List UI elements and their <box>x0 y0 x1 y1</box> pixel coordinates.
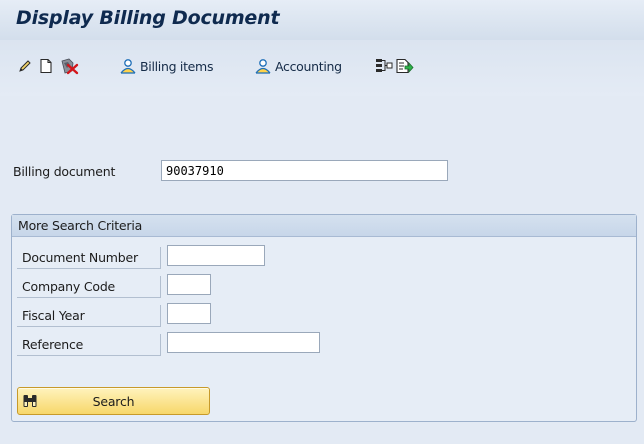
reference-field[interactable] <box>167 332 320 353</box>
company-code-field[interactable] <box>167 274 211 295</box>
billing-document-field[interactable]: 90037910 <box>161 160 448 181</box>
billing-items-label: Billing items <box>140 58 214 74</box>
new-document-icon <box>40 58 52 74</box>
group-header: More Search Criteria <box>12 215 636 237</box>
accounting-label: Accounting <box>275 58 342 74</box>
search-button[interactable]: Search <box>17 387 210 415</box>
cancel-billing-button[interactable] <box>60 57 80 75</box>
structure-icon <box>376 59 393 72</box>
document-number-field[interactable] <box>167 245 265 266</box>
fiscal-year-label-cell: Fiscal Year <box>17 305 161 327</box>
title-bar: Display Billing Document <box>0 0 644 41</box>
cancel-document-icon <box>61 58 79 75</box>
document-number-label: Document Number <box>22 250 138 265</box>
pencil-icon <box>19 60 31 72</box>
document-flow-button[interactable] <box>375 57 393 75</box>
create-button[interactable] <box>39 57 53 75</box>
reference-label: Reference <box>22 337 84 352</box>
billing-document-label: Billing document <box>13 164 116 179</box>
search-button-label: Search <box>92 394 135 409</box>
person-icon <box>120 59 136 74</box>
window-title: Display Billing Document <box>16 7 280 29</box>
person-icon <box>255 59 271 74</box>
fiscal-year-field[interactable] <box>167 303 211 324</box>
group-title: More Search Criteria <box>18 218 143 233</box>
billing-items-button[interactable]: Billing items <box>119 57 213 75</box>
accounting-button[interactable]: Accounting <box>254 57 342 75</box>
document-number-label-cell: Document Number <box>17 247 161 269</box>
company-code-label-cell: Company Code <box>17 276 161 298</box>
reference-label-cell: Reference <box>17 334 161 356</box>
display-output-button[interactable] <box>396 57 414 75</box>
company-code-label: Company Code <box>22 279 116 294</box>
fiscal-year-label: Fiscal Year <box>22 308 85 323</box>
output-icon <box>396 58 414 74</box>
edit-button[interactable] <box>17 57 33 75</box>
